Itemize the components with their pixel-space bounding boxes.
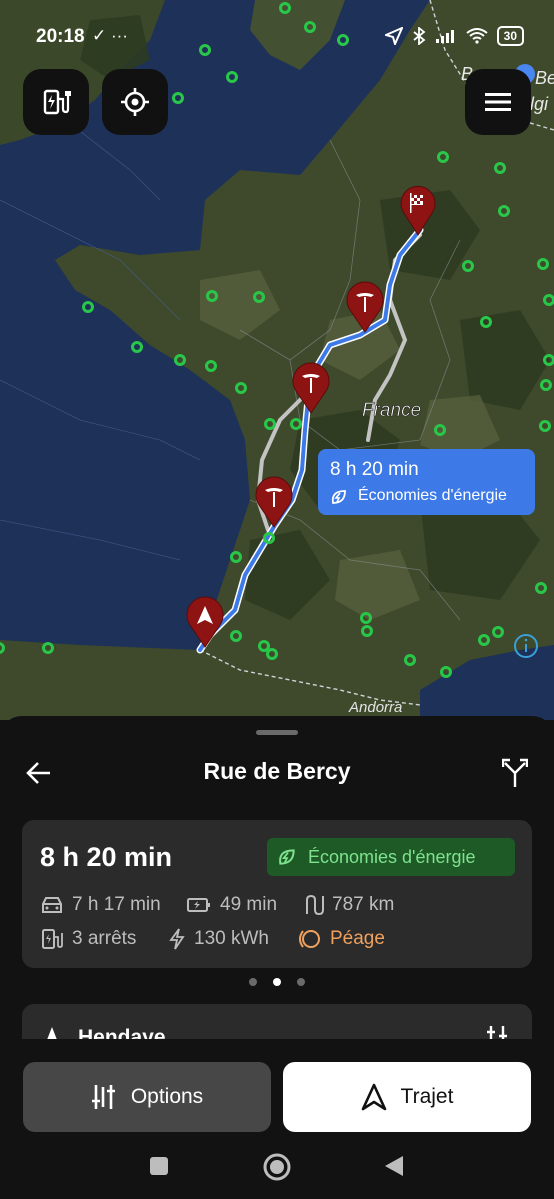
distance-stat: 787 km — [302, 894, 394, 916]
locate-me-button[interactable] — [102, 69, 168, 135]
eco-leaf-icon — [279, 849, 295, 865]
bluetooth-icon — [413, 27, 426, 45]
sliders-icon — [91, 1085, 115, 1109]
pager-dot[interactable] — [249, 978, 257, 986]
drive-time-stat: 7 h 17 min — [40, 894, 161, 916]
toll-icon — [299, 930, 320, 948]
system-nav-bar — [0, 1152, 554, 1182]
ev-charger-icon — [43, 89, 71, 115]
trajet-button[interactable]: Trajet — [283, 1062, 531, 1132]
charging-filter-button[interactable] — [23, 69, 89, 135]
charge-time-stat: 49 min — [186, 894, 277, 916]
route-callout-duration: 8 h 20 min — [330, 459, 419, 480]
waypoint-card[interactable]: Hendaye — [22, 1004, 532, 1044]
route-duration: 8 h 20 min — [40, 842, 173, 872]
route-callout-subtitle: Économies d'énergie — [358, 487, 507, 504]
map-corner-label-3: lgi — [530, 94, 549, 114]
ev-station-icon — [42, 929, 63, 949]
options-label: Options — [130, 1085, 204, 1108]
sheet-drag-handle[interactable] — [256, 730, 298, 735]
lightning-icon — [169, 928, 185, 950]
menu-button[interactable] — [465, 69, 531, 135]
route-pager-dots[interactable] — [245, 978, 309, 988]
stops-stat: 3 arrêts — [40, 928, 136, 950]
home-circle-icon[interactable] — [262, 1152, 292, 1182]
distance: 787 km — [332, 894, 395, 915]
route-summary-card[interactable]: 8 h 20 min Économies d'énergie 7 h 17 mi… — [22, 820, 532, 968]
options-button[interactable]: Options — [23, 1062, 271, 1132]
eco-badge: Économies d'énergie — [267, 838, 515, 876]
location-arrow-icon — [384, 27, 403, 45]
wifi-icon — [466, 28, 488, 44]
car-icon — [42, 897, 62, 913]
hamburger-icon — [485, 93, 511, 111]
pager-dot[interactable] — [297, 978, 305, 986]
pager-dot-active[interactable] — [273, 978, 281, 986]
battery-indicator: 30 — [496, 26, 524, 46]
status-right-icons: 30 — [384, 26, 524, 46]
trajet-label: Trajet — [400, 1085, 454, 1108]
route-alternatives-icon[interactable] — [502, 758, 528, 788]
navigation-arrow-icon — [361, 1083, 386, 1111]
route-distance-icon — [306, 894, 324, 916]
map-andorra-label: Andorra — [348, 699, 402, 716]
recents-square-icon[interactable] — [148, 1155, 170, 1177]
eco-badge-label: Économies d'énergie — [308, 847, 476, 867]
battery-charge-icon — [187, 898, 210, 912]
status-notification-icons: ✓ ··· — [92, 26, 128, 45]
map-country-label: France — [362, 400, 421, 421]
eco-leaf-icon — [331, 490, 346, 504]
back-triangle-icon[interactable] — [383, 1154, 405, 1178]
energy: 130 kWh — [194, 928, 269, 949]
toll: Péage — [330, 928, 385, 949]
drive-time: 7 h 17 min — [72, 894, 161, 915]
crosshair-icon — [121, 88, 149, 116]
route-bottom-sheet[interactable]: Rue de Bercy 8 h 20 min Économies d'éner… — [0, 716, 554, 1199]
route-callout[interactable]: 8 h 20 min Économies d'énergie — [318, 449, 535, 515]
status-bar: 20:18 ✓ ··· 30 — [0, 0, 554, 72]
signal-icon — [435, 30, 454, 43]
energy-stat: 130 kWh — [168, 928, 269, 950]
charge-time: 49 min — [220, 894, 278, 915]
status-time: 20:18 — [36, 26, 85, 47]
destination-title: Rue de Bercy — [203, 758, 351, 784]
toll-stat: Péage — [296, 928, 385, 950]
stops: 3 arrêts — [72, 928, 137, 949]
